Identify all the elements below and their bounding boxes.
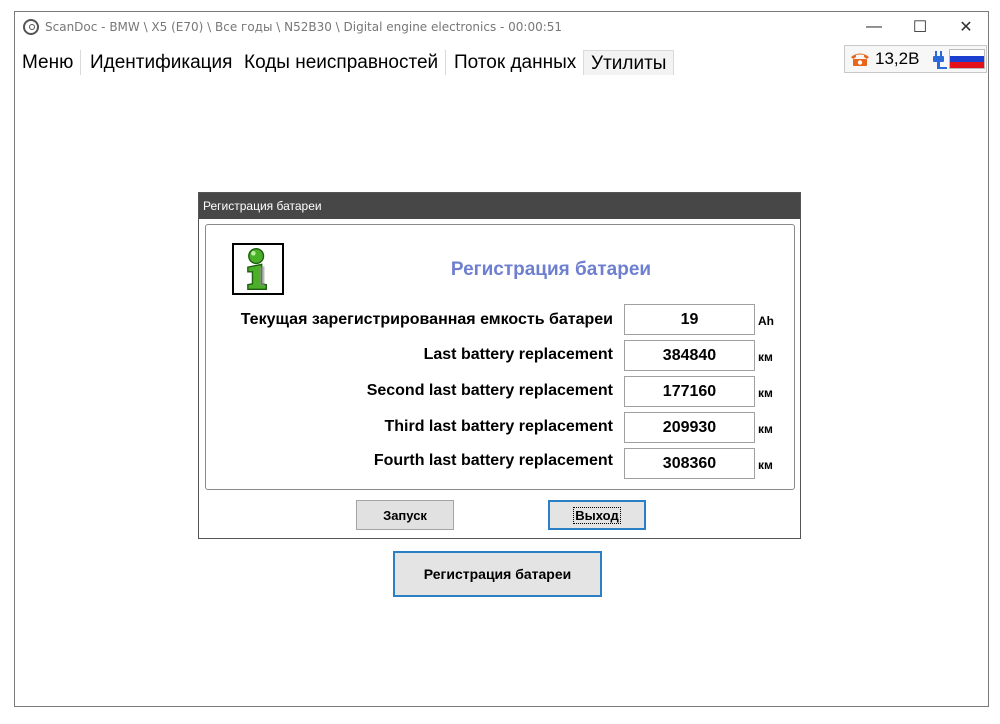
row-label-current-capacity: Текущая зарегистрированная емкость батар… xyxy=(240,311,613,328)
battery-registration-button[interactable]: Регистрация батареи xyxy=(393,551,602,597)
title-bar: ScanDoc - BMW \ X5 (E70) \ Все годы \ N5… xyxy=(15,12,988,42)
row-value-last-replacement: 384840 xyxy=(624,340,755,371)
row-value-fourth-last-replacement: 308360 xyxy=(624,448,755,479)
row-unit-fourth-last-replacement: км xyxy=(758,458,773,472)
battery-registration-dialog: Регистрация батареи Регистрация батареи … xyxy=(198,192,801,539)
row-unit-last-replacement: км xyxy=(758,350,773,364)
row-label-second-last-replacement: Second last battery replacement xyxy=(366,382,613,399)
row-unit-second-last-replacement: км xyxy=(758,386,773,400)
tab-identification[interactable]: Идентификация xyxy=(83,50,241,75)
row-label-third-last-replacement: Third last battery replacement xyxy=(384,418,613,435)
row-value-second-last-replacement: 177160 xyxy=(624,376,755,407)
menu-bar: Меню Идентификация Коды неисправностей П… xyxy=(15,50,988,75)
row-unit-third-last-replacement: км xyxy=(758,422,773,436)
tab-utilities[interactable]: Утилиты xyxy=(583,50,675,75)
row-value-third-last-replacement: 209930 xyxy=(624,412,755,443)
window-title: ScanDoc - BMW \ X5 (E70) \ Все годы \ N5… xyxy=(45,20,563,34)
plug-icon xyxy=(933,51,947,69)
row-unit-current-capacity: Ah xyxy=(758,314,774,328)
exit-button-label: Выход xyxy=(573,506,621,524)
close-button[interactable]: ✕ xyxy=(943,12,989,42)
app-logo-icon xyxy=(23,19,39,35)
info-icon xyxy=(232,243,284,295)
tab-menu[interactable]: Меню xyxy=(15,50,82,75)
voltage-readout: 13,2В xyxy=(875,49,920,68)
tab-fault-codes[interactable]: Коды неисправностей xyxy=(237,50,447,75)
start-button[interactable]: Запуск xyxy=(356,500,454,530)
tab-data-stream[interactable]: Поток данных xyxy=(447,50,585,75)
app-window: ScanDoc - BMW \ X5 (E70) \ Все годы \ N5… xyxy=(14,11,989,707)
row-label-last-replacement: Last battery replacement xyxy=(423,346,613,363)
minimize-button[interactable]: — xyxy=(851,12,897,42)
exit-button[interactable]: Выход xyxy=(548,500,646,530)
russia-flag-icon[interactable] xyxy=(949,49,985,69)
status-area: 13,2В xyxy=(844,45,987,73)
dialog-panel: Регистрация батареи Текущая зарегистриро… xyxy=(205,224,795,490)
dialog-heading: Регистрация батареи xyxy=(450,259,652,280)
dialog-title: Регистрация батареи xyxy=(199,193,800,219)
maximize-button[interactable]: ☐ xyxy=(897,12,943,42)
row-label-fourth-last-replacement: Fourth last battery replacement xyxy=(373,452,613,469)
phone-icon xyxy=(851,53,869,66)
row-value-current-capacity: 19 xyxy=(624,304,755,335)
